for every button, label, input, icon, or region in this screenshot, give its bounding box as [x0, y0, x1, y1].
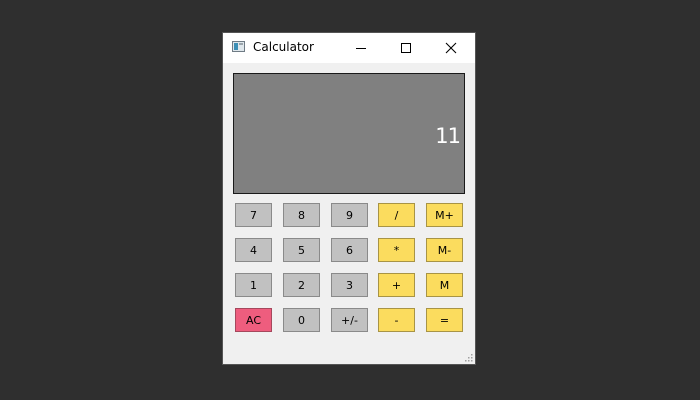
key-divide[interactable]: / [378, 203, 415, 227]
key-memory-subtract[interactable]: M- [426, 238, 463, 262]
key-subtract[interactable]: - [378, 308, 415, 332]
window-title: Calculator [253, 40, 314, 54]
key-8[interactable]: 8 [283, 203, 320, 227]
calculator-app-icon [232, 41, 245, 52]
key-2[interactable]: 2 [283, 273, 320, 297]
minimize-button[interactable] [339, 33, 383, 63]
close-icon [445, 42, 457, 54]
maximize-button[interactable] [384, 33, 428, 63]
key-memory-recall[interactable]: M [426, 273, 463, 297]
resize-grip-icon[interactable] [464, 353, 473, 362]
key-multiply[interactable]: * [378, 238, 415, 262]
calculator-display: 11 [233, 73, 465, 194]
key-add[interactable]: + [378, 273, 415, 297]
key-6[interactable]: 6 [331, 238, 368, 262]
key-5[interactable]: 5 [283, 238, 320, 262]
close-button[interactable] [429, 33, 473, 63]
key-9[interactable]: 9 [331, 203, 368, 227]
maximize-icon [401, 43, 411, 53]
key-equals[interactable]: = [426, 308, 463, 332]
key-memory-add[interactable]: M+ [426, 203, 463, 227]
key-4[interactable]: 4 [235, 238, 272, 262]
key-all-clear[interactable]: AC [235, 308, 272, 332]
key-3[interactable]: 3 [331, 273, 368, 297]
minimize-icon [356, 48, 366, 49]
calculator-window: Calculator 11 7 8 9 / M+ 4 5 6 * M- 1 2 … [223, 33, 475, 364]
key-sign-toggle[interactable]: +/- [331, 308, 368, 332]
display-value: 11 [435, 124, 461, 148]
title-bar[interactable]: Calculator [223, 33, 475, 63]
key-0[interactable]: 0 [283, 308, 320, 332]
key-1[interactable]: 1 [235, 273, 272, 297]
key-7[interactable]: 7 [235, 203, 272, 227]
